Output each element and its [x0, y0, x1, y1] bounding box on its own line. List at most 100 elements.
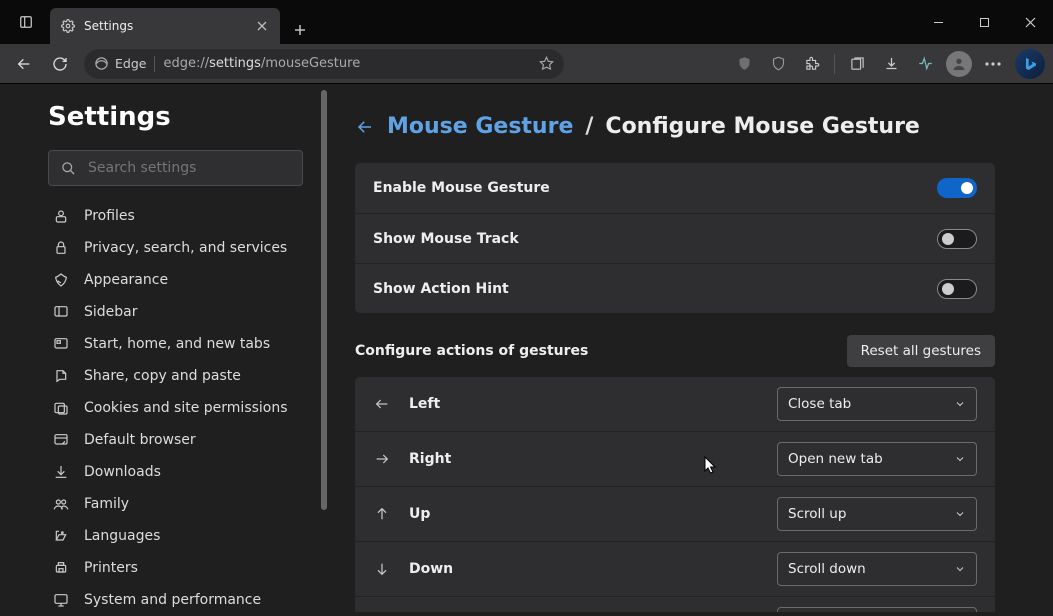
toggle-0[interactable] — [937, 178, 977, 198]
gesture-section-header: Configure actions of gestures Reset all … — [355, 335, 995, 367]
sidebar-item-label: Languages — [84, 528, 160, 544]
search-input[interactable] — [88, 160, 290, 176]
sidebar-item-label: Default browser — [84, 432, 196, 448]
window-controls — [915, 0, 1053, 44]
dropdown-value: Close tab — [788, 396, 851, 412]
toolbar-right — [728, 48, 1045, 80]
sidebar-item-label: Profiles — [84, 208, 135, 224]
settings-nav: Profiles Privacy, search, and servicesApp… — [48, 200, 303, 616]
performance-icon[interactable] — [909, 48, 941, 80]
toggle-2[interactable] — [937, 279, 977, 299]
sidebar-item-appearance[interactable]: Appearance — [48, 264, 303, 296]
sidebar-item-label: Start, home, and new tabs — [84, 336, 270, 352]
gesture-action-dropdown[interactable]: Switch to right tab — [777, 607, 977, 612]
tracking-icon[interactable] — [762, 48, 794, 80]
profiles-icon — [52, 207, 70, 225]
site-identity[interactable]: Edge — [94, 56, 146, 71]
setting-label: Show Action Hint — [373, 281, 509, 297]
arrow-left-icon — [373, 395, 391, 413]
chevron-down-icon — [954, 508, 966, 520]
sidebar-item-system[interactable]: System and performance — [48, 584, 303, 616]
sidebar-item-sidebar[interactable]: Sidebar — [48, 296, 303, 328]
sidebar-item-default-browser[interactable]: Default browser — [48, 424, 303, 456]
gesture-action-dropdown[interactable]: Close tab — [777, 387, 977, 421]
collections-icon[interactable] — [841, 48, 873, 80]
window-close-button[interactable] — [1007, 0, 1053, 44]
breadcrumb-current: Configure Mouse Gesture — [605, 114, 919, 139]
new-tab-button[interactable] — [286, 16, 314, 44]
downloads-icon[interactable] — [875, 48, 907, 80]
address-bar[interactable]: Edge edge://settings/mouseGesture — [84, 49, 564, 79]
sidebar-item-label: System and performance — [84, 592, 261, 608]
breadcrumb: Mouse Gesture / Configure Mouse Gesture — [355, 114, 995, 139]
chevron-down-icon — [954, 563, 966, 575]
sidebar-item-cookies[interactable]: Cookies and site permissions — [48, 392, 303, 424]
scrollbar[interactable] — [321, 90, 327, 597]
gesture-name: Up — [409, 506, 430, 522]
gesture-action-dropdown[interactable]: Scroll up — [777, 497, 977, 531]
gesture-section-title: Configure actions of gestures — [355, 343, 588, 359]
minimize-button[interactable] — [915, 0, 961, 44]
app-menu-button[interactable] — [977, 48, 1009, 80]
titlebar: Settings — [0, 0, 1053, 44]
breadcrumb-back-button[interactable] — [355, 117, 375, 137]
breadcrumb-link[interactable]: Mouse Gesture — [387, 114, 573, 139]
toggle-group: Enable Mouse Gesture Show Mouse Track Show… — [355, 163, 995, 313]
dropdown-value: Scroll down — [788, 561, 866, 577]
extensions-icon[interactable] — [796, 48, 828, 80]
separator — [834, 54, 835, 74]
back-button[interactable] — [8, 48, 40, 80]
page-title: Settings — [48, 102, 303, 132]
sidebar-item-profiles[interactable]: Profiles — [48, 200, 303, 232]
languages-icon — [52, 527, 70, 545]
profile-avatar[interactable] — [943, 48, 975, 80]
search-settings-box[interactable] — [48, 150, 303, 186]
family-icon — [52, 495, 70, 513]
sidebar-item-printers[interactable]: Printers — [48, 552, 303, 584]
share-copy-icon — [52, 367, 70, 385]
appearance-icon — [52, 271, 70, 289]
setting-label: Enable Mouse Gesture — [373, 180, 550, 196]
tab-settings[interactable]: Settings — [50, 8, 280, 44]
setting-row: Show Action Hint — [355, 263, 995, 313]
close-icon[interactable] — [254, 18, 270, 34]
sidebar-item-privacy[interactable]: Privacy, search, and services — [48, 232, 303, 264]
shield-icon[interactable] — [728, 48, 760, 80]
gesture-action-dropdown[interactable]: Open new tab — [777, 442, 977, 476]
sidebar-item-label: Sidebar — [84, 304, 138, 320]
tab-title: Settings — [84, 19, 246, 33]
gesture-row: Right Open new tab — [355, 431, 995, 486]
gesture-action-dropdown[interactable]: Scroll down — [777, 552, 977, 586]
favorite-icon[interactable] — [539, 56, 554, 71]
site-identity-label: Edge — [115, 56, 146, 71]
chevron-down-icon — [954, 398, 966, 410]
arrow-up-icon — [373, 505, 391, 523]
cookies-icon — [52, 399, 70, 417]
gesture-row: Up Scroll up — [355, 486, 995, 541]
tab-strip: Settings — [50, 0, 314, 44]
sidebar-item-languages[interactable]: Languages — [48, 520, 303, 552]
sidebar-item-label: Downloads — [84, 464, 161, 480]
sidebar-item-family[interactable]: Family — [48, 488, 303, 520]
privacy-icon — [52, 239, 70, 257]
sidebar-item-label: Printers — [84, 560, 138, 576]
sidebar-item-start-home[interactable]: Start, home, and new tabs — [48, 328, 303, 360]
reset-all-gestures-button[interactable]: Reset all gestures — [847, 335, 995, 367]
setting-label: Show Mouse Track — [373, 231, 519, 247]
toggle-1[interactable] — [937, 229, 977, 249]
separator — [154, 56, 155, 72]
maximize-button[interactable] — [961, 0, 1007, 44]
sidebar-item-share-copy[interactable]: Share, copy and paste — [48, 360, 303, 392]
gesture-row: DownScroll down — [355, 541, 995, 596]
arrow-down-icon — [373, 560, 391, 578]
settings-main: Mouse Gesture / Configure Mouse Gesture … — [327, 84, 1053, 612]
sidebar-item-label: Cookies and site permissions — [84, 400, 288, 416]
tab-actions-button[interactable] — [10, 6, 42, 38]
breadcrumb-sep: / — [585, 114, 593, 139]
bing-button[interactable] — [1015, 49, 1045, 79]
toolbar: Edge edge://settings/mouseGesture — [0, 44, 1053, 84]
gesture-name: Right — [409, 451, 451, 467]
content: Settings Profiles Privacy, search, and se… — [0, 84, 1053, 612]
sidebar-item-downloads[interactable]: Downloads — [48, 456, 303, 488]
refresh-button[interactable] — [44, 48, 76, 80]
